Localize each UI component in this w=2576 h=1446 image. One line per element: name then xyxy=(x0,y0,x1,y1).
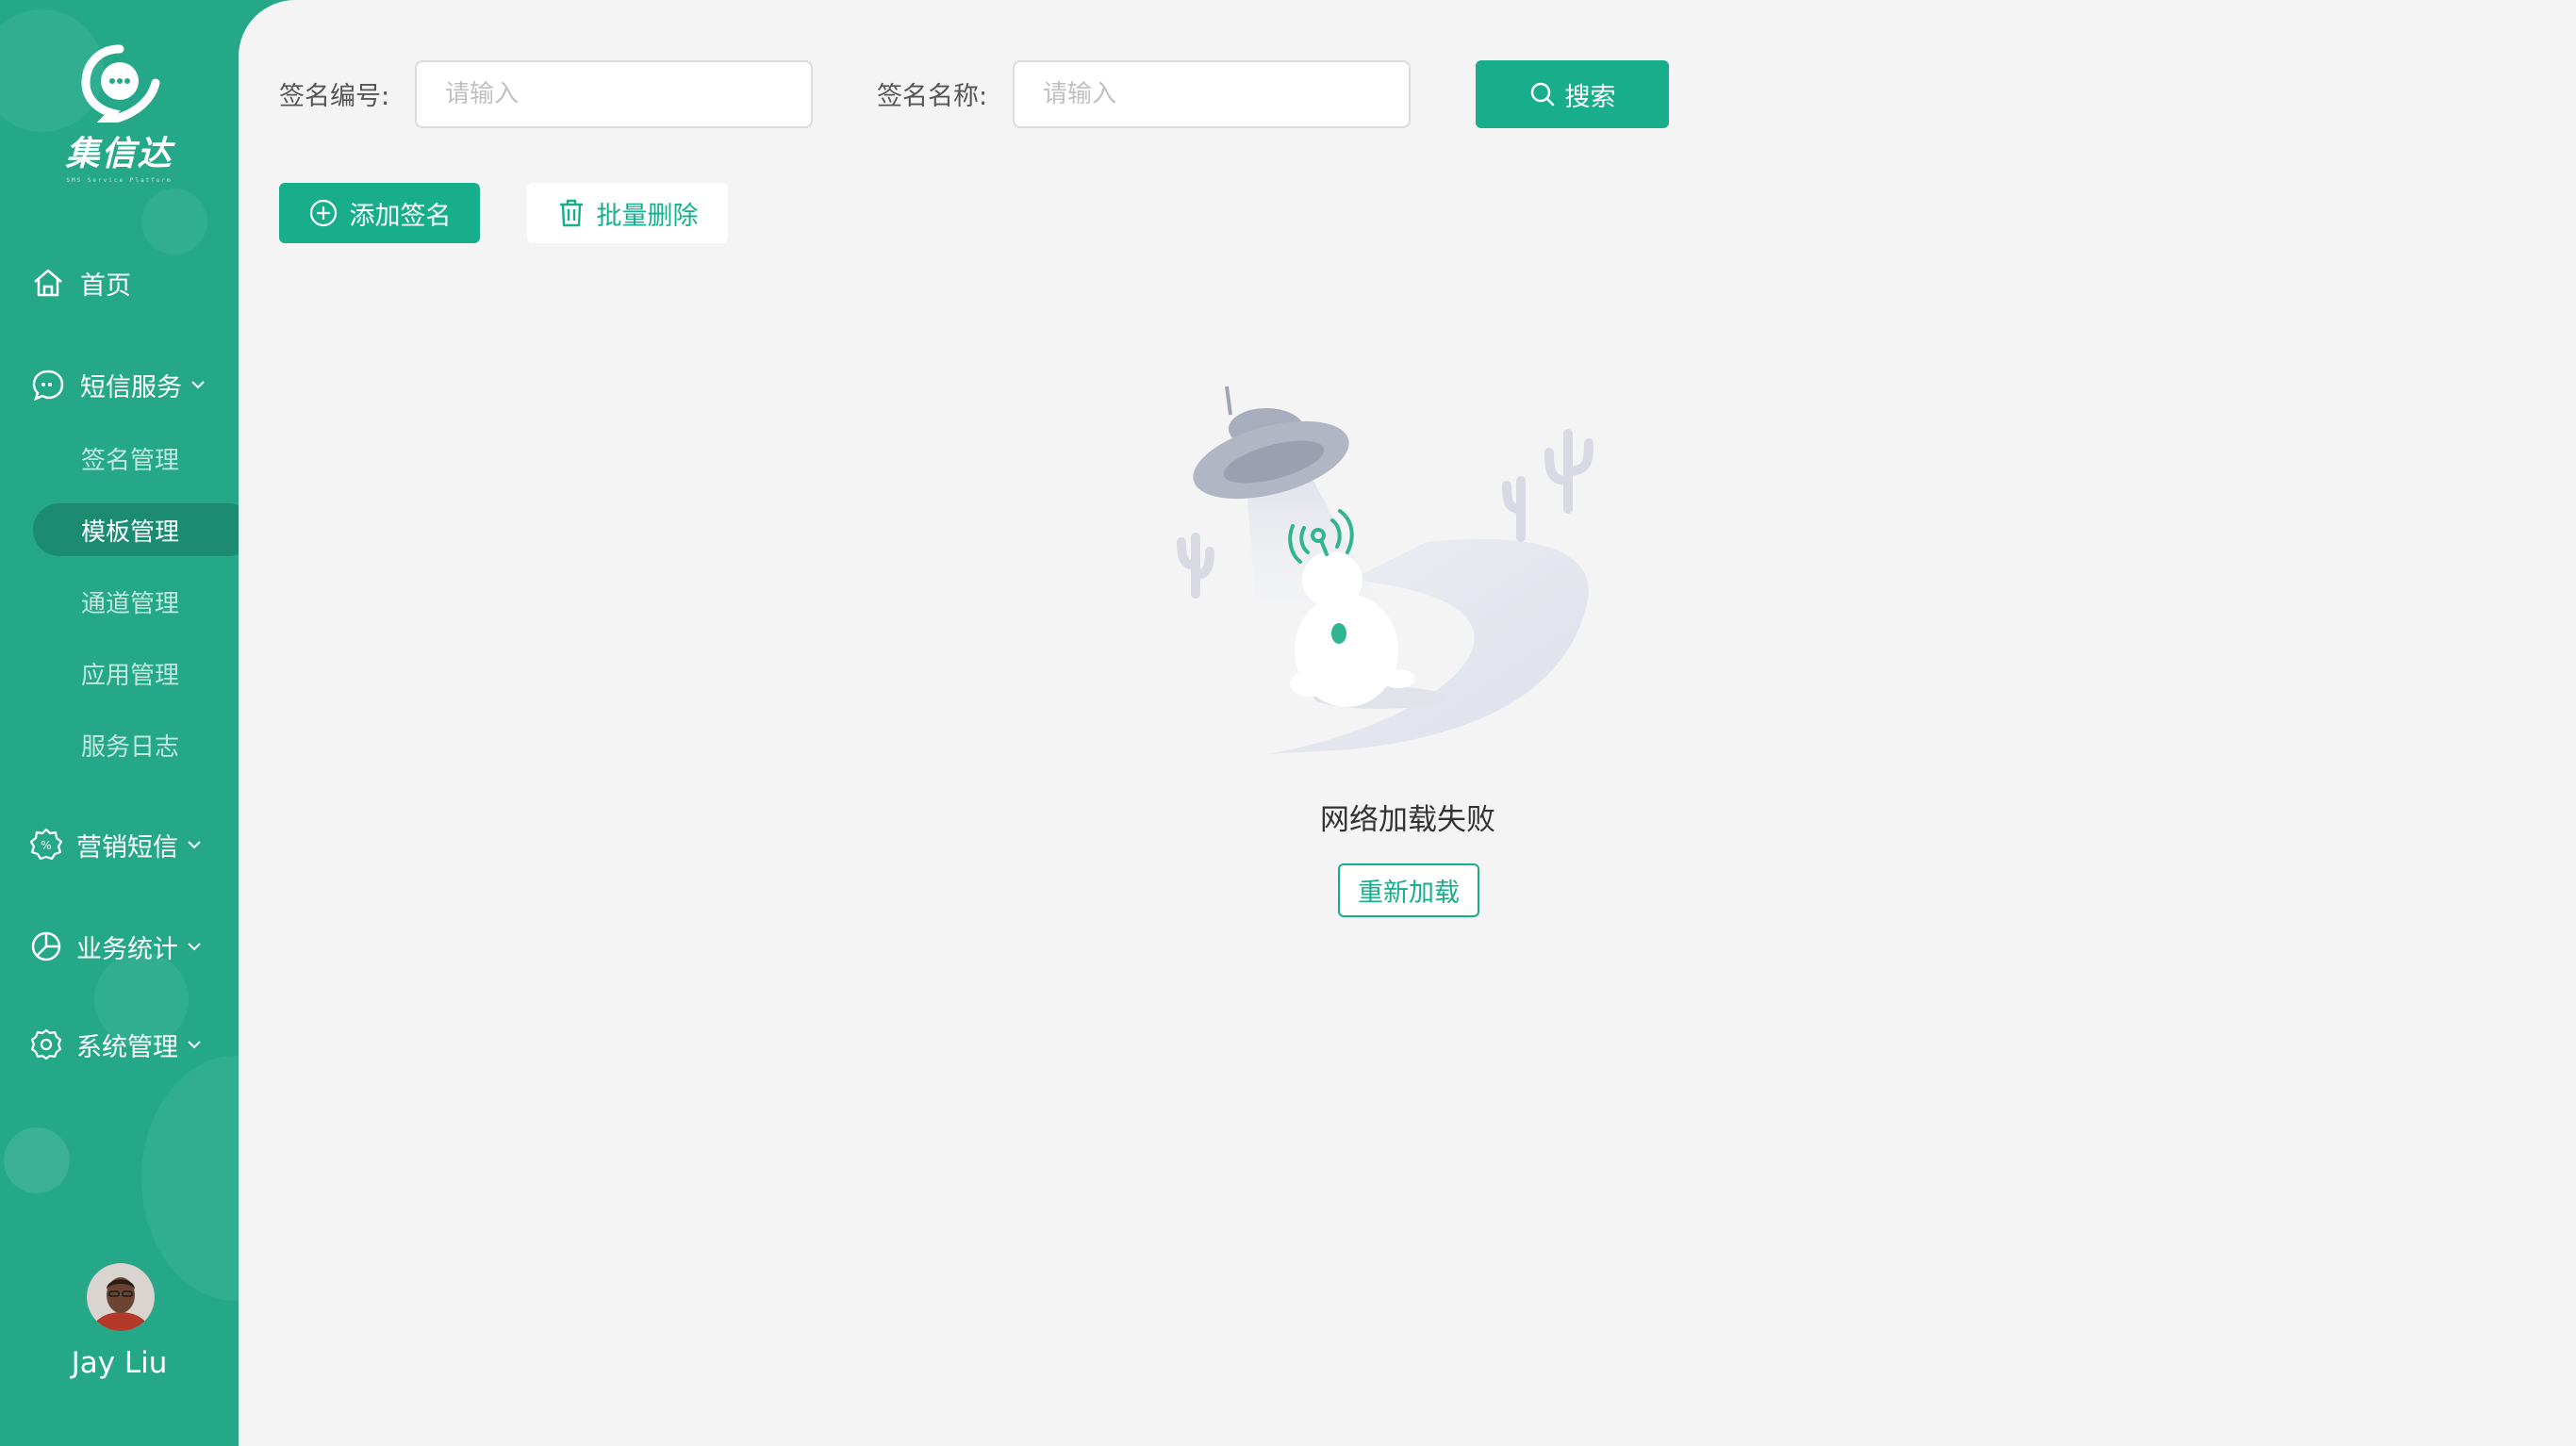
plus-circle-icon xyxy=(309,199,337,227)
search-icon xyxy=(1530,82,1554,107)
logo-text: 集信达 xyxy=(65,135,173,173)
sidebar: 集信达 SMS Service Platform 首页 短信服务 签名管理 模板… xyxy=(0,0,239,1446)
chevron-down-icon xyxy=(188,841,201,849)
nav-system-label: 系统管理 xyxy=(76,1032,178,1062)
sign-no-input[interactable] xyxy=(415,60,813,128)
search-button[interactable]: 搜索 xyxy=(1476,60,1669,128)
search-button-label: 搜索 xyxy=(1564,82,1616,112)
nav-marketing[interactable]: % 营销短信 xyxy=(0,816,239,873)
logo-icon xyxy=(80,44,159,123)
sidebar-item-service-log[interactable]: 服务日志 xyxy=(81,718,179,771)
sidebar-item-template[interactable]: 模板管理 xyxy=(33,503,239,556)
user-name: Jay Liu xyxy=(71,1346,168,1380)
decor-bubble xyxy=(141,1056,239,1301)
gear-icon xyxy=(27,1026,65,1063)
batch-delete-button[interactable]: 批量删除 xyxy=(527,183,728,243)
chevron-down-icon xyxy=(188,1041,201,1049)
home-icon xyxy=(29,264,67,302)
chat-bubble-decor xyxy=(4,1127,70,1193)
decor-bubble xyxy=(141,189,207,255)
sidebar-item-channel[interactable]: 通道管理 xyxy=(81,575,179,628)
add-signature-label: 添加签名 xyxy=(349,201,452,231)
ufo-abducting-bear-illustration xyxy=(1172,377,1643,777)
sign-name-label: 签名名称: xyxy=(877,82,988,111)
logo-subtitle: SMS Service Platform xyxy=(66,177,173,184)
sign-name-input[interactable] xyxy=(1013,60,1411,128)
nav-stats-label: 业务统计 xyxy=(76,934,178,964)
nav-stats[interactable]: 业务统计 xyxy=(0,918,239,975)
nav-marketing-label: 营销短信 xyxy=(76,832,178,863)
nav-home[interactable]: 首页 xyxy=(0,255,239,311)
add-signature-button[interactable]: 添加签名 xyxy=(279,183,480,243)
trash-icon xyxy=(559,199,583,227)
chevron-down-icon xyxy=(188,943,201,951)
sign-no-label: 签名编号: xyxy=(279,82,390,111)
nav-system[interactable]: 系统管理 xyxy=(0,1016,239,1073)
sidebar-item-application[interactable]: 应用管理 xyxy=(81,647,179,699)
pie-chart-icon xyxy=(27,928,65,965)
sidebar-item-signature[interactable]: 签名管理 xyxy=(81,432,179,485)
main-content: 签名编号: 签名名称: 搜索 添加签名 批量删除 xyxy=(239,0,2576,1446)
chat-icon xyxy=(29,366,67,403)
app-logo: 集信达 SMS Service Platform xyxy=(0,43,239,184)
nav-home-label: 首页 xyxy=(80,271,131,301)
avatar[interactable] xyxy=(87,1263,155,1331)
batch-delete-label: 批量删除 xyxy=(596,201,699,231)
nav-sms-service-label: 短信服务 xyxy=(80,372,182,403)
svg-text:%: % xyxy=(41,839,51,852)
chevron-down-icon xyxy=(191,381,205,389)
error-message: 网络加载失败 xyxy=(1320,803,1495,837)
nav-sms-service[interactable]: 短信服务 xyxy=(0,356,239,413)
discount-gear-icon: % xyxy=(27,826,65,863)
reload-button[interactable]: 重新加载 xyxy=(1338,863,1479,917)
